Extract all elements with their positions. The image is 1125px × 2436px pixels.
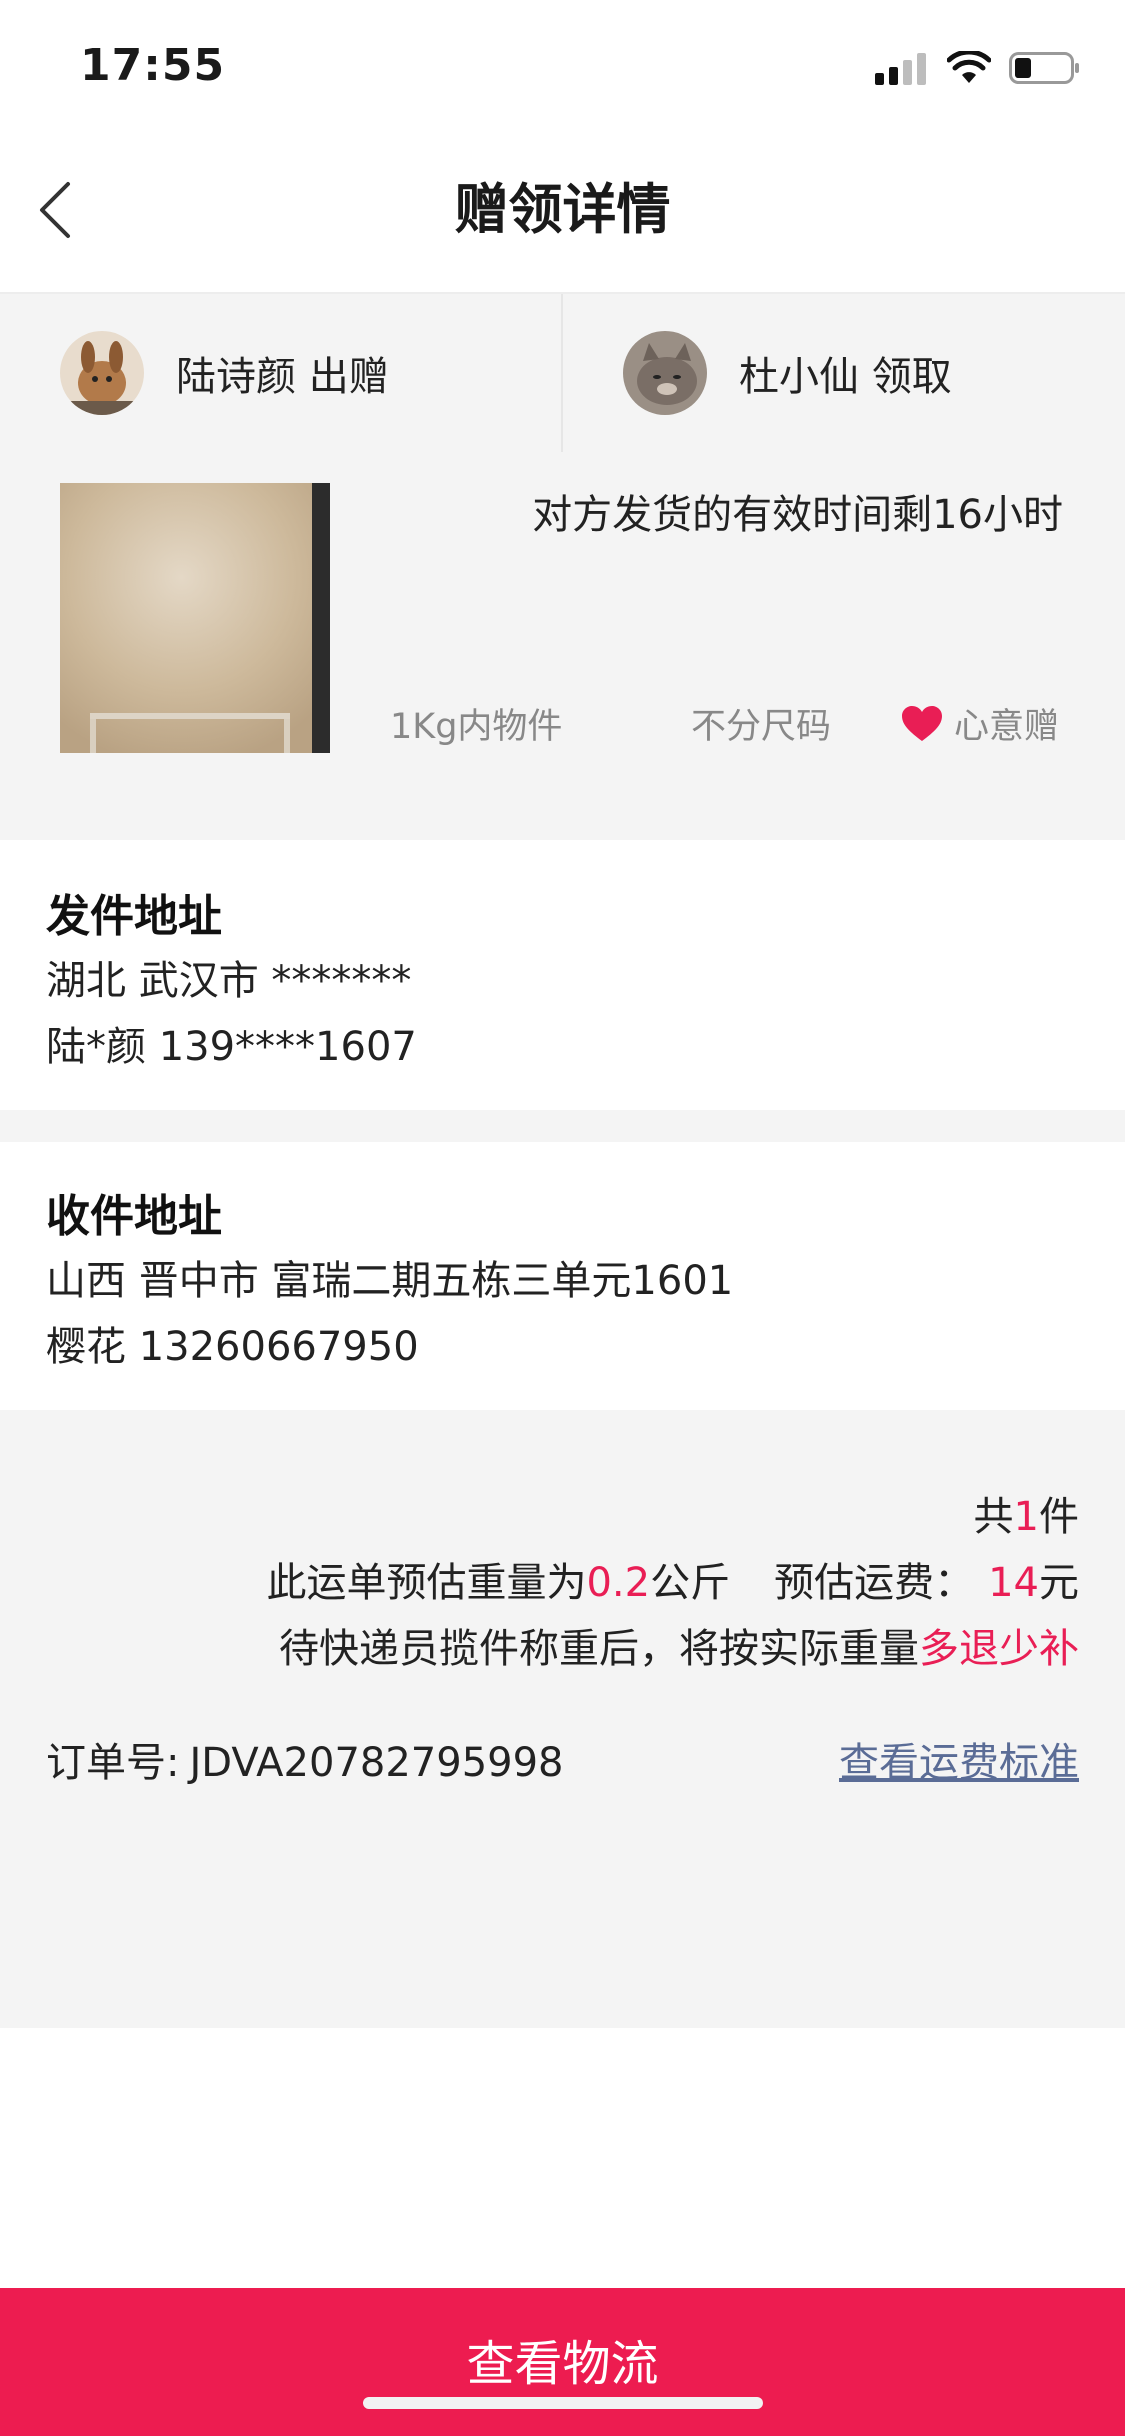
recipient-address: 山西 晋中市 富瑞二期五栋三单元1601	[46, 1258, 734, 1304]
wifi-icon	[947, 51, 991, 83]
size-tag: 不分尺码	[691, 707, 832, 747]
sender-title: 发件地址	[46, 891, 222, 942]
status-time: 17:55	[80, 40, 226, 91]
giver-cell[interactable]: 陆诗颜 出赠	[60, 294, 622, 452]
order-number: 订单号: JDVA20782795998	[46, 1740, 564, 1786]
weight-value: 0.2	[586, 1560, 651, 1606]
battery-icon	[1009, 52, 1079, 84]
item-count: 共1件	[973, 1494, 1079, 1540]
participants-divider	[561, 294, 563, 452]
giver-label: 陆诗颜 出赠	[176, 354, 389, 400]
refund-note-highlight: 多退少补	[919, 1626, 1079, 1672]
status-icons	[875, 48, 1081, 88]
sender-section: 发件地址 湖北 武汉市 ******* 陆*颜 139****1607	[0, 840, 1125, 1110]
weight-tag: 1Kg内物件	[390, 707, 563, 747]
section-separator	[0, 1110, 1125, 1142]
nav-bar: 赠领详情	[0, 130, 1125, 290]
recipient-title: 收件地址	[46, 1191, 222, 1242]
gift-tag-label: 心意赠	[953, 707, 1059, 747]
heart-icon	[901, 705, 942, 741]
fee-value: 14	[988, 1560, 1039, 1606]
rate-standard-link[interactable]: 查看运费标准	[839, 1730, 1079, 1788]
giver-avatar	[60, 331, 144, 415]
item-count-value: 1	[1013, 1494, 1039, 1540]
view-logistics-button[interactable]: 查看物流	[0, 2288, 1125, 2436]
product-card[interactable]: 对方发货的有效时间剩16小时 1Kg内物件 不分尺码 心意赠	[0, 452, 1125, 840]
signal-icon	[875, 53, 926, 85]
participants-row: 陆诗颜 出赠 杜小仙 领取	[0, 292, 1125, 454]
shipping-summary: 共1件 此运单预估重量为0.2公斤 预估运费： 14元 待快递员揽件称重后，将按实际…	[0, 1410, 1125, 2028]
receiver-avatar	[623, 331, 707, 415]
recipient-section: 收件地址 山西 晋中市 富瑞二期五栋三单元1601 樱花 13260667950	[0, 1142, 1125, 1410]
refund-note: 待快递员揽件称重后，将按实际重量多退少补	[279, 1626, 1079, 1672]
sender-contact: 陆*颜 139****1607	[46, 1024, 417, 1070]
sender-address: 湖北 武汉市 *******	[46, 958, 412, 1004]
recipient-contact: 樱花 13260667950	[46, 1324, 419, 1370]
view-logistics-label: 查看物流	[466, 2336, 659, 2392]
weight-fee-line: 此运单预估重量为0.2公斤 预估运费： 14元	[266, 1560, 1079, 1606]
product-image	[60, 483, 330, 753]
receiver-cell[interactable]: 杜小仙 领取	[623, 294, 1125, 452]
receiver-label: 杜小仙 领取	[739, 354, 952, 400]
shipping-timer: 对方发货的有效时间剩16小时	[532, 492, 1063, 538]
home-indicator[interactable]	[363, 2397, 763, 2409]
page-title: 赠领详情	[454, 178, 671, 241]
order-number-value: JDVA20782795998	[189, 1740, 564, 1786]
gift-tag: 心意赠	[900, 698, 1059, 749]
